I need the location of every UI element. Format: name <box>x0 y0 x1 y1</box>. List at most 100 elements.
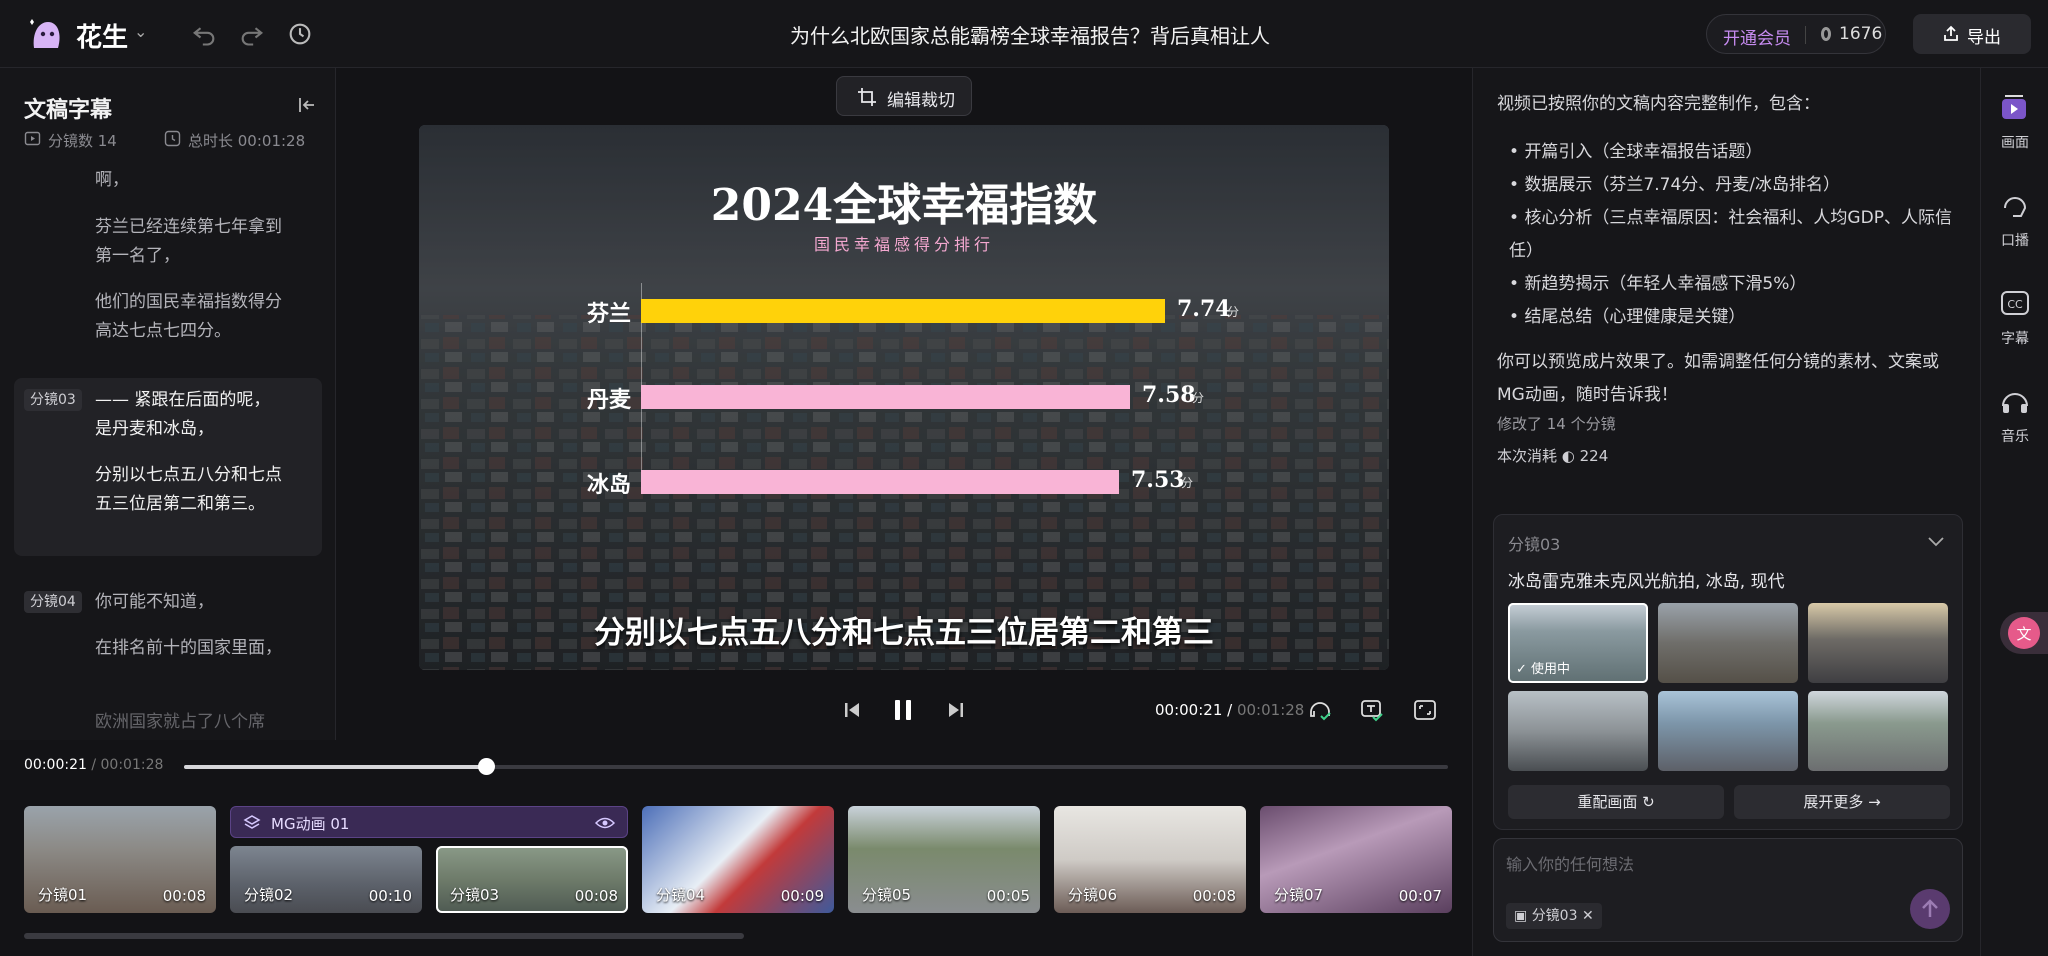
previous-icon[interactable] <box>839 697 865 723</box>
subtitle-line[interactable]: 啊， <box>95 166 285 195</box>
send-button[interactable] <box>1910 889 1950 929</box>
edit-crop-label: 编辑裁切 <box>887 91 955 111</box>
redo-icon[interactable] <box>238 20 266 48</box>
credit-icon <box>1821 27 1831 41</box>
video-preview[interactable]: 2024全球幸福指数 国民幸福感得分排行 芬兰 7.74 分 丹麦 7.58 分… <box>419 125 1389 670</box>
timeline-clip-selected[interactable]: 分镜03 00:08 <box>436 846 628 913</box>
subtitle-line[interactable]: 他们的国民幸福指数得分高达七点七四分。 <box>95 288 285 346</box>
timeline-clip[interactable]: 分镜02 00:10 <box>230 846 422 913</box>
asset-thumbnail[interactable] <box>1508 691 1648 771</box>
bar <box>641 470 1119 494</box>
assistant-bullet: • 开篇引入（全球幸福报告话题） <box>1509 142 1763 162</box>
assistant-outro: 你可以预览成片效果了。如需调整任何分镜的素材、文案或MG动画，随时告诉我！ <box>1497 352 1939 405</box>
rail-item-subtitles[interactable]: CC 字幕 <box>1981 286 2048 348</box>
cc-icon: CC <box>2001 291 2029 315</box>
transcript-panel: 文稿字幕 分镜数 14 总时长 00:01:28 啊， 芬兰已经连续第七年拿到第… <box>0 68 336 740</box>
video-frame-icon <box>2002 95 2026 119</box>
clip-duration: 00:07 <box>1398 887 1442 905</box>
bar-unit-label: 分 <box>1227 305 1240 319</box>
rail-item-visual[interactable]: 画面 <box>1981 90 2048 152</box>
assistant-bullet: • 核心分析（三点幸福原因：社会福利、人均GDP、人际信任） <box>1509 208 1952 261</box>
regenerate-visual-button[interactable]: 重配画面 ↻ <box>1508 785 1724 819</box>
bullet-text: 开篇引入（全球幸福报告话题） <box>1524 142 1763 162</box>
clip-duration: 00:08 <box>162 887 206 905</box>
progress-handle[interactable] <box>478 758 495 775</box>
timeline-clip[interactable]: 分镜01 00:08 <box>24 806 216 913</box>
tool-rail: 画面 口播 CC 字幕 音乐 <box>1980 68 2048 956</box>
subtitle-line[interactable]: 芬兰已经连续第七年拿到第一名了， <box>95 213 285 271</box>
undo-icon[interactable] <box>190 20 218 48</box>
clip-name: 分镜03 <box>450 886 500 904</box>
mg-animation-label: MG动画 01 <box>271 815 350 833</box>
mg-animation-track[interactable]: MG动画 01 <box>230 806 628 838</box>
document-title[interactable]: 为什么北欧国家总能霸榜全球幸福报告？背后真相让人 <box>700 20 1360 49</box>
asset-thumbnail-selected[interactable]: ✓ 使用中 <box>1508 603 1648 683</box>
clip-duration: 00:05 <box>986 887 1030 905</box>
timeline-clip[interactable]: 分镜05 00:05 <box>848 806 1040 913</box>
timeline-scrollbar[interactable] <box>24 933 744 939</box>
bar-unit-label: 分 <box>1192 391 1205 405</box>
history-icon[interactable] <box>286 20 314 48</box>
bar-label: 丹麦 <box>587 388 632 413</box>
fullscreen-icon[interactable] <box>1412 697 1438 723</box>
assistant-bullet: • 新趋势揭示（年轻人幸福感下滑5%） <box>1509 274 1807 294</box>
credit-count: 1676 <box>1839 24 1883 44</box>
timeline-clip[interactable]: 分镜06 00:08 <box>1054 806 1246 913</box>
bar-value-label: 7.74 <box>1177 296 1231 322</box>
chart-subtitle: 国民幸福感得分排行 <box>813 235 994 254</box>
asset-thumbnail[interactable] <box>1808 603 1948 683</box>
rail-item-music[interactable]: 音乐 <box>1981 384 2048 446</box>
assistant-panel: 视频已按照你的文稿内容完整制作，包含： • 开篇引入（全球幸福报告话题） • 数… <box>1472 68 1980 956</box>
bar-value-label: 7.53 <box>1131 467 1185 493</box>
subtitle-line[interactable]: 欧洲国家就占了八个席 <box>95 708 285 737</box>
clip-duration: 00:08 <box>1192 887 1236 905</box>
current-time: 00:00:21 <box>1155 701 1223 719</box>
subtitle-line[interactable]: 你可能不知道， <box>95 588 285 617</box>
context-chip[interactable]: ▣ 分镜03 ✕ <box>1506 903 1602 929</box>
rail-label: 口播 <box>2001 233 2029 249</box>
export-icon <box>1944 25 1958 41</box>
next-icon[interactable] <box>943 697 969 723</box>
bullet-text: 数据展示（芬兰7.74分、丹麦/冰岛排名） <box>1524 175 1841 195</box>
pause-icon[interactable] <box>890 697 916 723</box>
rail-item-voiceover[interactable]: 口播 <box>1981 188 2048 250</box>
card-description: 冰岛雷克雅未克风光航拍, 冰岛, 现代 <box>1508 572 1785 592</box>
arrow-up-icon <box>1922 899 1938 917</box>
assistant-bullet: • 数据展示（芬兰7.74分、丹麦/冰岛排名） <box>1509 175 1841 195</box>
asset-thumbnail[interactable] <box>1658 603 1798 683</box>
cost-value: 224 <box>1579 447 1609 465</box>
rail-label: 字幕 <box>2001 331 2029 347</box>
chevron-down-icon[interactable] <box>1926 531 1946 551</box>
subtitle-line[interactable]: 分别以七点五八分和七点五三位居第二和第三。 <box>95 461 285 519</box>
subtitle-line[interactable]: 在排名前十的国家里面， <box>95 634 285 663</box>
total-time: 00:01:28 <box>1236 701 1305 719</box>
voiceover-check-icon[interactable] <box>1307 697 1333 723</box>
clip-name: 分镜02 <box>244 886 294 904</box>
chat-input[interactable]: 输入你的任何想法 ▣ 分镜03 ✕ <box>1493 838 1963 942</box>
app-menu-chevron-icon[interactable]: ⌄ <box>134 22 147 41</box>
rail-label: 音乐 <box>2001 429 2029 445</box>
svg-text:文: 文 <box>2016 625 2031 643</box>
eye-icon[interactable] <box>595 814 615 832</box>
asset-thumbnail[interactable] <box>1658 691 1798 771</box>
expand-more-label: 展开更多 <box>1803 793 1864 811</box>
export-button[interactable]: 导出 <box>1913 14 2031 54</box>
scene-count: 分镜数 14 <box>48 132 117 150</box>
asset-thumbnail[interactable] <box>1808 691 1948 771</box>
playback-time: 00:00:21 / 00:01:28 <box>1155 701 1305 719</box>
subtitle-check-icon[interactable] <box>1359 697 1385 723</box>
collapse-panel-icon[interactable] <box>296 94 318 116</box>
app-name[interactable]: 花生 <box>76 17 128 54</box>
translate-float-button[interactable]: 文 <box>2000 612 2048 654</box>
total-time: 00:01:28 <box>100 757 164 773</box>
expand-more-button[interactable]: 展开更多 → <box>1734 785 1950 819</box>
timeline-clip[interactable]: 分镜04 00:09 <box>642 806 834 913</box>
edit-crop-button[interactable]: 编辑裁切 <box>836 76 972 116</box>
app-logo-icon[interactable] <box>26 14 66 54</box>
membership-button[interactable]: 开通会员 1676 <box>1706 14 1886 54</box>
bar-value-label: 7.58 <box>1142 382 1196 408</box>
timeline-clip[interactable]: 分镜07 00:07 <box>1260 806 1452 913</box>
subtitle-line[interactable]: —— 紧跟在后面的呢，是丹麦和冰岛， <box>95 386 285 444</box>
cost-note: 本次消耗 ◐ 224 <box>1497 447 1609 465</box>
membership-label: 开通会员 <box>1723 29 1791 49</box>
